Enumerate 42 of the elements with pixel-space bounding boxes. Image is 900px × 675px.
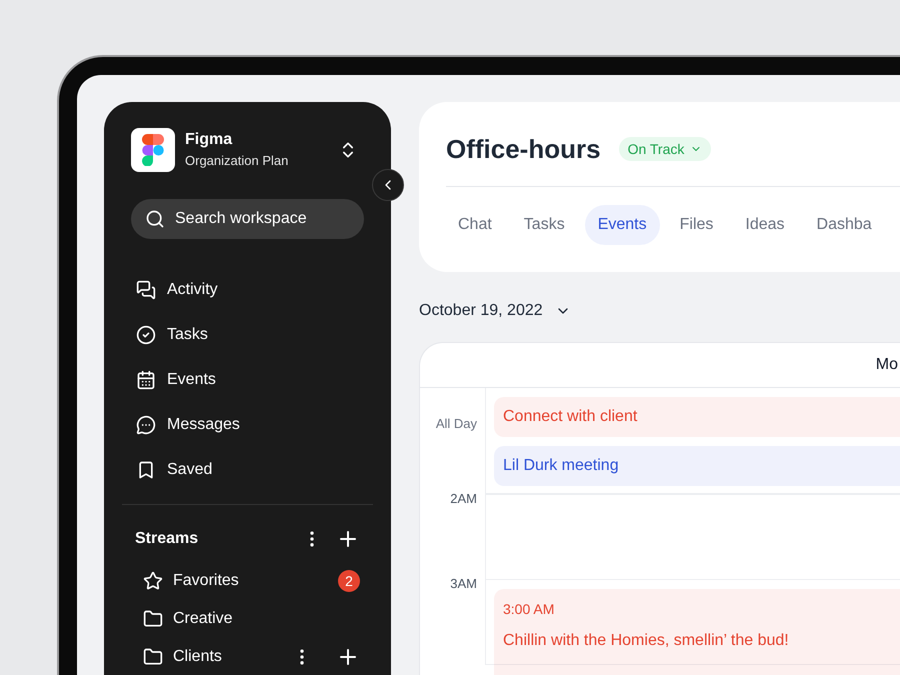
- tab[interactable]: Dashba: [804, 205, 884, 245]
- calendar-event[interactable]: 3:00 AM Chillin with the Homies, smellin’ the bud!: [494, 589, 900, 675]
- stream-item[interactable]: Favorites 2: [122, 565, 373, 597]
- sidebar-nav-item[interactable]: Activity: [122, 272, 373, 308]
- tab[interactable]: Ideas: [733, 205, 797, 245]
- workspace-name: Figma: [185, 130, 234, 150]
- star-icon: [143, 571, 163, 591]
- all-day-event[interactable]: Connect with client: [494, 397, 900, 437]
- tab[interactable]: Files: [668, 205, 726, 245]
- collapse-sidebar-button[interactable]: [372, 169, 404, 201]
- tab[interactable]: Events: [584, 205, 660, 245]
- time-label: 3AM: [450, 576, 477, 591]
- sidebar-nav-item[interactable]: Messages: [122, 407, 373, 443]
- event-time: 3:00 AM: [503, 600, 556, 619]
- sidebar-nav-item[interactable]: Saved: [122, 452, 373, 488]
- day-header: Mo: [876, 355, 898, 375]
- tab[interactable]: Chat: [446, 205, 504, 245]
- streams-heading: Streams: [135, 529, 198, 549]
- event-title: Chillin with the Homies, smellin’ the bud!: [503, 631, 790, 651]
- workspace-plan: Organization Plan: [185, 153, 288, 170]
- date-picker[interactable]: October 19, 2022: [419, 299, 571, 323]
- page-title: Office-hours: [446, 132, 601, 166]
- search-icon: [145, 209, 165, 229]
- search-input[interactable]: Search workspace: [175, 207, 350, 231]
- chat-bubbles-icon: [136, 280, 156, 300]
- stream-item[interactable]: Creative: [122, 603, 373, 635]
- time-label: All Day: [436, 416, 477, 431]
- count-badge: 2: [338, 570, 360, 592]
- sidebar-nav-item[interactable]: Tasks: [122, 317, 373, 353]
- calendar-icon: [136, 370, 156, 390]
- status-dropdown[interactable]: On Track: [618, 137, 712, 161]
- folder-icon: [143, 647, 163, 667]
- sidebar-nav-item[interactable]: Events: [122, 362, 373, 398]
- message-bubble-icon: [136, 415, 156, 435]
- folder-icon: [143, 609, 163, 629]
- search-field[interactable]: Search workspace: [131, 199, 364, 239]
- check-circle-icon: [136, 325, 156, 345]
- figma-logo-icon: [142, 134, 164, 166]
- time-label: 2AM: [450, 491, 477, 506]
- stream-item[interactable]: Clients: [122, 641, 373, 673]
- all-day-event[interactable]: Lil Durk meeting: [494, 446, 900, 486]
- tab[interactable]: Tasks: [512, 205, 577, 245]
